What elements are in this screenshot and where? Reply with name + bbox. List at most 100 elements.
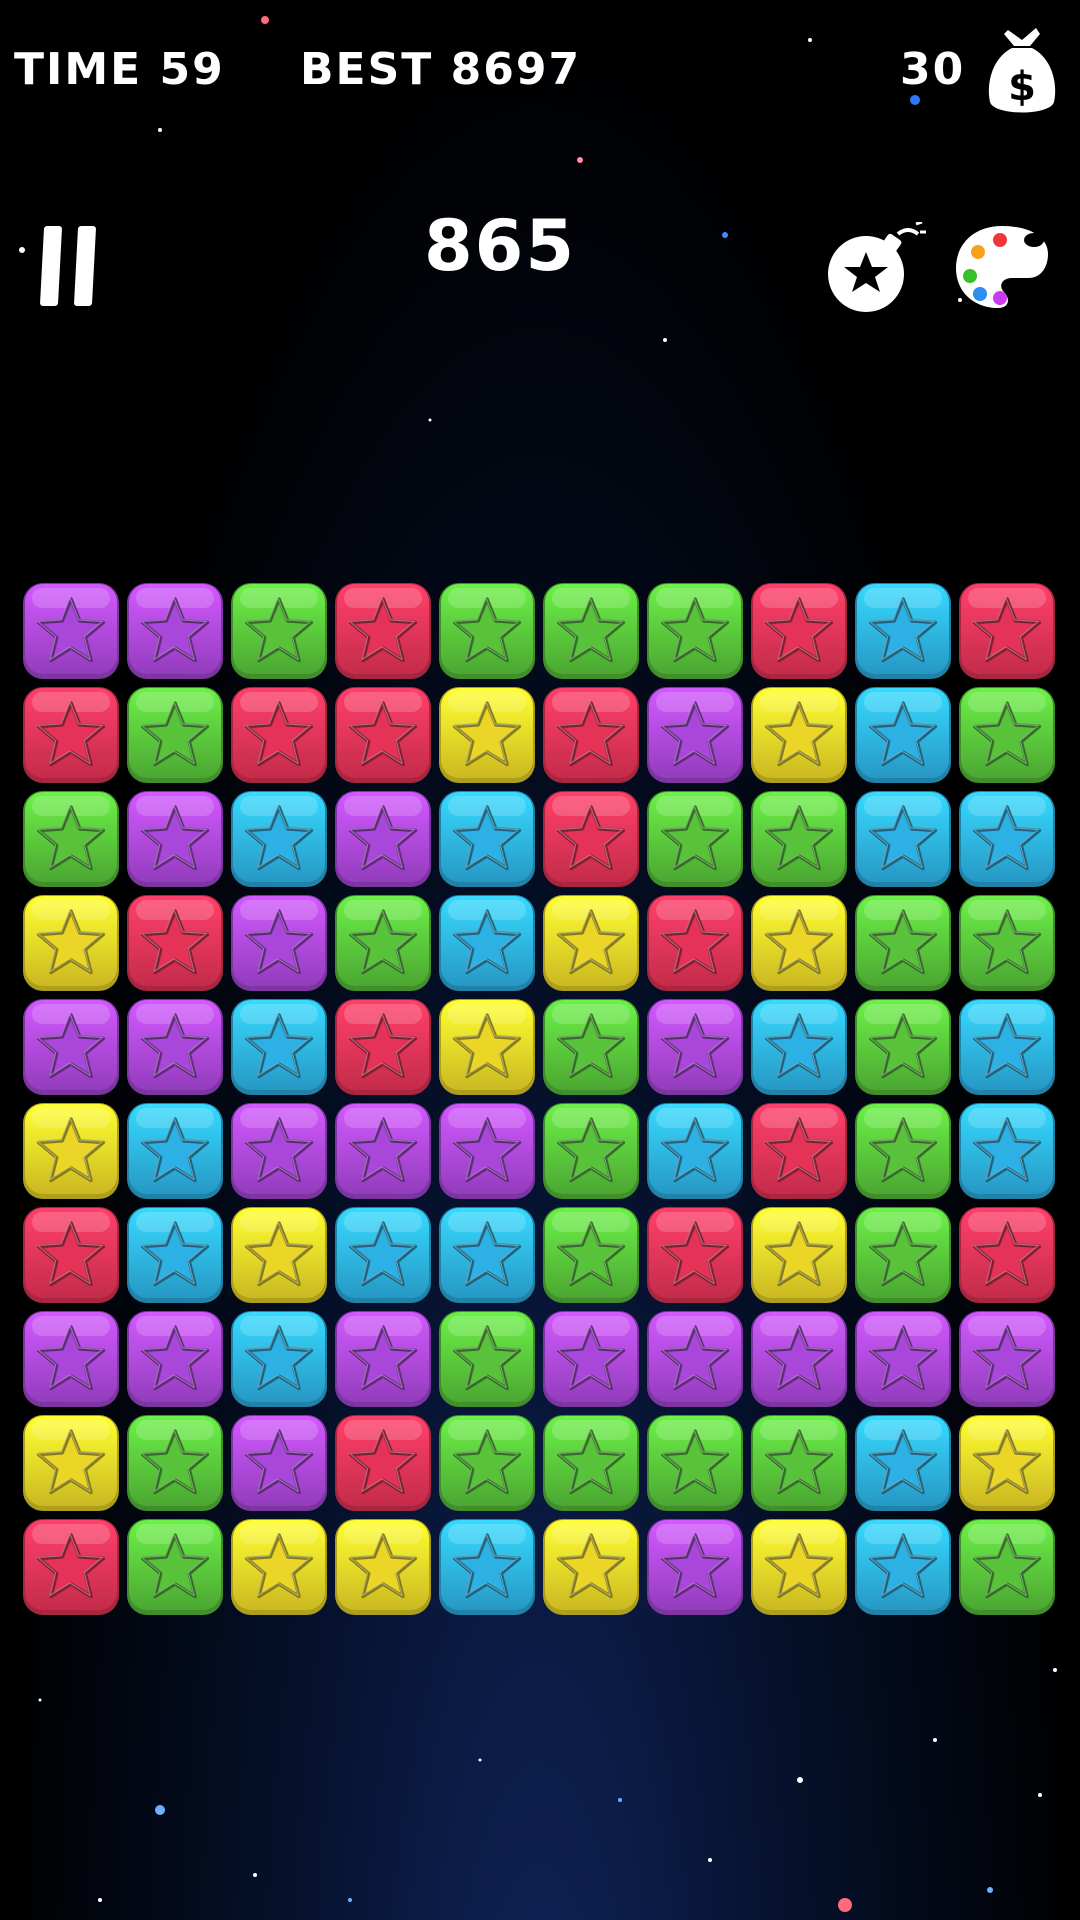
star-tile-green[interactable]: [646, 790, 744, 888]
star-tile-red[interactable]: [22, 686, 120, 784]
money-bag-icon[interactable]: $: [982, 24, 1062, 120]
star-tile-red[interactable]: [958, 1206, 1056, 1304]
star-tile-green[interactable]: [126, 686, 224, 784]
star-tile-yellow[interactable]: [750, 894, 848, 992]
star-tile-purple[interactable]: [22, 1310, 120, 1408]
star-tile-red[interactable]: [542, 790, 640, 888]
star-tile-yellow[interactable]: [750, 686, 848, 784]
star-tile-yellow[interactable]: [750, 1206, 848, 1304]
star-tile-green[interactable]: [854, 998, 952, 1096]
star-tile-yellow[interactable]: [438, 686, 536, 784]
star-tile-blue[interactable]: [126, 1102, 224, 1200]
star-tile-green[interactable]: [334, 894, 432, 992]
star-tile-red[interactable]: [334, 686, 432, 784]
star-tile-purple[interactable]: [126, 790, 224, 888]
star-tile-green[interactable]: [646, 582, 744, 680]
star-tile-purple[interactable]: [958, 1310, 1056, 1408]
star-tile-red[interactable]: [646, 894, 744, 992]
star-tile-yellow[interactable]: [958, 1414, 1056, 1512]
star-tile-purple[interactable]: [126, 1310, 224, 1408]
star-tile-blue[interactable]: [750, 998, 848, 1096]
star-tile-yellow[interactable]: [542, 894, 640, 992]
star-tile-green[interactable]: [958, 894, 1056, 992]
star-tile-blue[interactable]: [334, 1206, 432, 1304]
star-tile-purple[interactable]: [230, 894, 328, 992]
star-tile-purple[interactable]: [230, 1102, 328, 1200]
star-tile-blue[interactable]: [438, 1518, 536, 1616]
star-tile-blue[interactable]: [958, 1102, 1056, 1200]
star-tile-purple[interactable]: [646, 1518, 744, 1616]
star-tile-red[interactable]: [126, 894, 224, 992]
star-tile-green[interactable]: [854, 894, 952, 992]
star-tile-green[interactable]: [750, 790, 848, 888]
star-tile-blue[interactable]: [230, 790, 328, 888]
star-tile-green[interactable]: [542, 582, 640, 680]
star-tile-blue[interactable]: [230, 1310, 328, 1408]
star-tile-purple[interactable]: [542, 1310, 640, 1408]
star-tile-purple[interactable]: [230, 1414, 328, 1512]
bomb-icon[interactable]: [826, 220, 926, 314]
star-tile-green[interactable]: [854, 1206, 952, 1304]
star-tile-purple[interactable]: [334, 1310, 432, 1408]
star-tile-blue[interactable]: [854, 790, 952, 888]
star-tile-blue[interactable]: [126, 1206, 224, 1304]
star-tile-purple[interactable]: [646, 686, 744, 784]
star-tile-blue[interactable]: [958, 790, 1056, 888]
pause-button[interactable]: [30, 222, 120, 312]
star-tile-green[interactable]: [854, 1102, 952, 1200]
star-tile-red[interactable]: [230, 686, 328, 784]
star-tile-purple[interactable]: [750, 1310, 848, 1408]
star-tile-blue[interactable]: [438, 1206, 536, 1304]
star-tile-green[interactable]: [438, 1310, 536, 1408]
star-tile-red[interactable]: [646, 1206, 744, 1304]
star-tile-yellow[interactable]: [22, 1102, 120, 1200]
star-tile-purple[interactable]: [126, 582, 224, 680]
star-tile-purple[interactable]: [854, 1310, 952, 1408]
star-tile-purple[interactable]: [646, 998, 744, 1096]
star-tile-yellow[interactable]: [542, 1518, 640, 1616]
star-tile-purple[interactable]: [438, 1102, 536, 1200]
star-tile-green[interactable]: [750, 1414, 848, 1512]
star-tile-yellow[interactable]: [438, 998, 536, 1096]
star-tile-blue[interactable]: [958, 998, 1056, 1096]
palette-icon[interactable]: [954, 222, 1050, 312]
star-tile-purple[interactable]: [22, 998, 120, 1096]
star-tile-green[interactable]: [438, 582, 536, 680]
star-tile-purple[interactable]: [334, 1102, 432, 1200]
star-tile-green[interactable]: [646, 1414, 744, 1512]
star-tile-blue[interactable]: [854, 1414, 952, 1512]
star-tile-red[interactable]: [334, 1414, 432, 1512]
star-tile-red[interactable]: [22, 1518, 120, 1616]
star-tile-purple[interactable]: [646, 1310, 744, 1408]
star-tile-green[interactable]: [958, 1518, 1056, 1616]
star-tile-green[interactable]: [542, 1414, 640, 1512]
star-tile-purple[interactable]: [22, 582, 120, 680]
star-tile-green[interactable]: [22, 790, 120, 888]
star-tile-red[interactable]: [750, 1102, 848, 1200]
star-tile-green[interactable]: [542, 1102, 640, 1200]
star-tile-green[interactable]: [438, 1414, 536, 1512]
star-tile-red[interactable]: [958, 582, 1056, 680]
star-tile-blue[interactable]: [854, 1518, 952, 1616]
star-tile-yellow[interactable]: [230, 1518, 328, 1616]
star-tile-blue[interactable]: [438, 894, 536, 992]
star-tile-green[interactable]: [230, 582, 328, 680]
star-tile-red[interactable]: [334, 582, 432, 680]
star-tile-blue[interactable]: [438, 790, 536, 888]
star-tile-blue[interactable]: [854, 582, 952, 680]
star-tile-blue[interactable]: [646, 1102, 744, 1200]
star-tile-purple[interactable]: [126, 998, 224, 1096]
star-tile-yellow[interactable]: [750, 1518, 848, 1616]
star-tile-red[interactable]: [22, 1206, 120, 1304]
star-tile-green[interactable]: [958, 686, 1056, 784]
star-tile-yellow[interactable]: [22, 894, 120, 992]
star-tile-blue[interactable]: [230, 998, 328, 1096]
star-tile-green[interactable]: [126, 1414, 224, 1512]
star-tile-yellow[interactable]: [22, 1414, 120, 1512]
star-tile-red[interactable]: [542, 686, 640, 784]
star-tile-blue[interactable]: [854, 686, 952, 784]
star-tile-yellow[interactable]: [230, 1206, 328, 1304]
star-tile-green[interactable]: [542, 1206, 640, 1304]
star-tile-red[interactable]: [750, 582, 848, 680]
star-tile-green[interactable]: [542, 998, 640, 1096]
